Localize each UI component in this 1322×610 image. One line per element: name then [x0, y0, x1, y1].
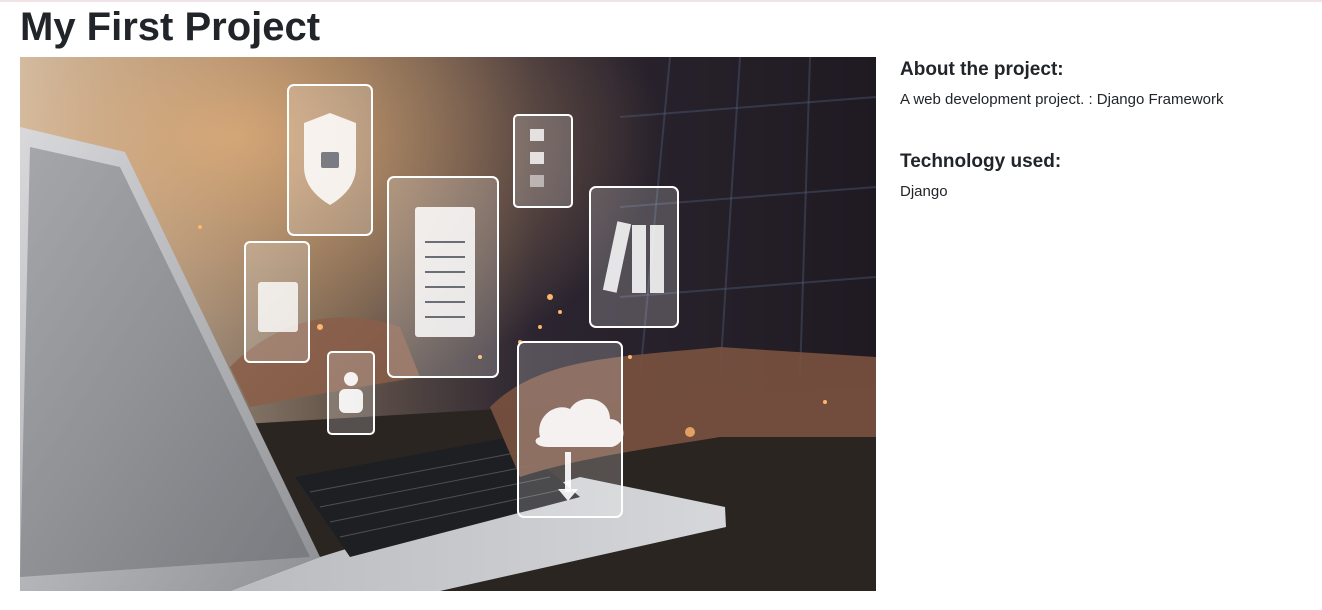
technology-text: Django: [900, 183, 948, 200]
project-info: About the project: A web development pro…: [900, 58, 1300, 202]
technology-heading: Technology used:: [900, 151, 1062, 172]
about-heading: About the project:: [900, 59, 1064, 80]
page-title: My First Project: [20, 5, 321, 49]
project-image: [20, 57, 876, 591]
about-text: A web development project. : Django Fram…: [900, 91, 1224, 108]
top-divider: [0, 0, 1322, 2]
